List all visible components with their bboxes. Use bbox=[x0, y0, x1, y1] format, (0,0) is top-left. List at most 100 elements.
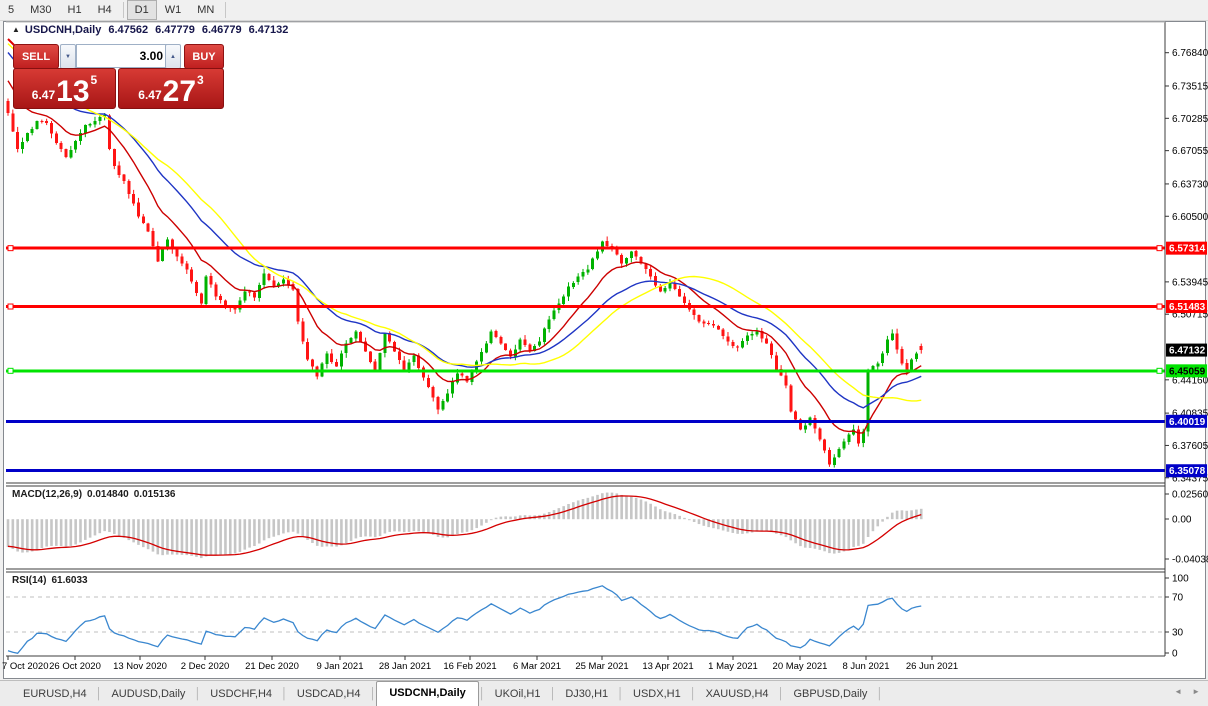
macd-signal-value: 0.015136 bbox=[134, 489, 176, 500]
tab-separator: │ bbox=[778, 683, 785, 706]
tab-separator: │ bbox=[369, 683, 376, 706]
toolbar-separator bbox=[225, 2, 226, 18]
svg-text:2 Dec 2020: 2 Dec 2020 bbox=[181, 661, 230, 672]
toolbar-separator bbox=[123, 2, 124, 18]
svg-text:25 Mar 2021: 25 Mar 2021 bbox=[575, 661, 628, 672]
tab-separator: │ bbox=[281, 683, 288, 706]
chart-tab-usdcnh[interactable]: USDCNH,Daily bbox=[376, 681, 478, 706]
rsi-label: RSI(14) 61.6033 bbox=[12, 575, 88, 586]
ohlc-close: 6.47132 bbox=[249, 24, 289, 36]
chart-tab-usdcad[interactable]: USDCAD,H4 bbox=[288, 683, 370, 706]
ohlc-high: 6.47779 bbox=[155, 24, 195, 36]
sell-button[interactable]: SELL bbox=[13, 44, 59, 69]
svg-text:0.025609: 0.025609 bbox=[1172, 490, 1208, 501]
buy-button[interactable]: BUY bbox=[184, 44, 224, 69]
timeframe-button-m30[interactable]: M30 bbox=[22, 0, 59, 20]
chart-tab-dj30[interactable]: DJ30,H1 bbox=[556, 683, 617, 706]
svg-text:6.60500: 6.60500 bbox=[1172, 212, 1208, 223]
timeframe-button-h1[interactable]: H1 bbox=[60, 0, 90, 20]
macd-name: MACD(12,26,9) bbox=[12, 489, 82, 500]
svg-text:6.67055: 6.67055 bbox=[1172, 146, 1208, 157]
buy-price-prefix: 6.47 bbox=[138, 88, 161, 102]
volume-decrease-button[interactable]: ▼ bbox=[60, 44, 76, 69]
rsi-value: 61.6033 bbox=[51, 575, 87, 586]
chart-tab-gbpusd[interactable]: GBPUSD,Daily bbox=[784, 683, 876, 706]
buy-price-button[interactable]: 6.47 27 3 bbox=[118, 68, 224, 109]
chart-symbol-label: USDCNH,Daily bbox=[25, 24, 101, 36]
line-handle[interactable] bbox=[1157, 304, 1162, 309]
tab-separator: │ bbox=[194, 683, 201, 706]
chart-tab-audusd[interactable]: AUDUSD,Daily bbox=[102, 683, 194, 706]
timeframe-button-w1[interactable]: W1 bbox=[157, 0, 190, 20]
tab-separator: │ bbox=[876, 683, 883, 706]
timeframe-button-h4[interactable]: H4 bbox=[90, 0, 120, 20]
chart-tab-eurusd[interactable]: EURUSD,H4 bbox=[14, 683, 96, 706]
svg-text:6.45059: 6.45059 bbox=[1169, 366, 1206, 377]
line-handle[interactable] bbox=[8, 304, 13, 309]
rsi-name: RSI(14) bbox=[12, 575, 46, 586]
chart-tab-xauusd[interactable]: XAUUSD,H4 bbox=[697, 683, 778, 706]
chart-window-frame bbox=[4, 22, 1206, 679]
svg-text:26 Jun 2021: 26 Jun 2021 bbox=[906, 661, 958, 672]
svg-text:13 Apr 2021: 13 Apr 2021 bbox=[642, 661, 693, 672]
volume-increase-button[interactable]: ▲ bbox=[165, 44, 181, 69]
svg-text:20 May 2021: 20 May 2021 bbox=[773, 661, 828, 672]
svg-text:6.35078: 6.35078 bbox=[1169, 466, 1206, 477]
macd-value: 0.014840 bbox=[87, 489, 129, 500]
tab-scroll-left-icon[interactable]: ◄ bbox=[1174, 687, 1182, 696]
timeframe-button-5[interactable]: 5 bbox=[0, 0, 22, 20]
tab-scroll-right-icon[interactable]: ► bbox=[1192, 687, 1200, 696]
ohlc-low: 6.46779 bbox=[202, 24, 242, 36]
macd-label: MACD(12,26,9) 0.014840 0.015136 bbox=[12, 489, 175, 500]
svg-text:6.51483: 6.51483 bbox=[1169, 302, 1206, 313]
svg-text:100: 100 bbox=[1172, 574, 1189, 585]
buy-price-point: 3 bbox=[197, 73, 204, 87]
svg-text:13 Nov 2020: 13 Nov 2020 bbox=[113, 661, 167, 672]
trading-terminal: 5M30H1H4D1W1MN 6.768406.735156.702856.67… bbox=[0, 0, 1208, 706]
tab-separator: │ bbox=[96, 683, 103, 706]
svg-text:8 Jun 2021: 8 Jun 2021 bbox=[842, 661, 889, 672]
tab-separator: │ bbox=[617, 683, 624, 706]
svg-text:6.37605: 6.37605 bbox=[1172, 441, 1208, 452]
svg-text:6.53945: 6.53945 bbox=[1172, 277, 1208, 288]
line-handle[interactable] bbox=[8, 246, 13, 251]
svg-text:30: 30 bbox=[1172, 628, 1184, 639]
chart-tab-usdx[interactable]: USDX,H1 bbox=[624, 683, 690, 706]
line-handle[interactable] bbox=[8, 368, 13, 373]
volume-input[interactable]: 3.00 bbox=[76, 44, 169, 68]
tab-separator: │ bbox=[479, 683, 486, 706]
tab-scroll-arrows: ◄ ► bbox=[1174, 687, 1200, 696]
sell-price-point: 5 bbox=[91, 73, 98, 87]
svg-text:28 Jan 2021: 28 Jan 2021 bbox=[379, 661, 431, 672]
line-handle[interactable] bbox=[1157, 368, 1162, 373]
svg-text:6.40019: 6.40019 bbox=[1169, 417, 1206, 428]
svg-text:6.57314: 6.57314 bbox=[1169, 244, 1206, 255]
timeframe-button-d1[interactable]: D1 bbox=[127, 0, 157, 20]
symbol-tab-bar: EURUSD,H4│AUDUSD,Daily│USDCHF,H4│USDCAD,… bbox=[0, 680, 1208, 706]
svg-text:6.47132: 6.47132 bbox=[1169, 346, 1206, 357]
level-badge-6.57314: 6.57314 bbox=[1166, 242, 1207, 255]
buy-price-pips: 27 bbox=[163, 79, 196, 105]
timeframe-button-mn[interactable]: MN bbox=[189, 0, 222, 20]
svg-text:6 Mar 2021: 6 Mar 2021 bbox=[513, 661, 561, 672]
svg-text:6.70285: 6.70285 bbox=[1172, 114, 1208, 125]
svg-text:6.73515: 6.73515 bbox=[1172, 81, 1208, 92]
level-badge-6.45059: 6.45059 bbox=[1166, 364, 1207, 377]
svg-text:6.76840: 6.76840 bbox=[1172, 48, 1208, 59]
chart-tab-usdchf[interactable]: USDCHF,H4 bbox=[201, 683, 281, 706]
sell-price-prefix: 6.47 bbox=[32, 88, 55, 102]
sell-price-button[interactable]: 6.47 13 5 bbox=[13, 68, 116, 109]
sell-price-pips: 13 bbox=[56, 79, 89, 105]
tab-separator: │ bbox=[549, 683, 556, 706]
svg-text:26 Oct 2020: 26 Oct 2020 bbox=[49, 661, 101, 672]
current-price-badge: 6.47132 bbox=[1166, 344, 1207, 357]
line-handle[interactable] bbox=[1157, 246, 1162, 251]
collapse-triangle-icon[interactable]: ▲ bbox=[12, 25, 20, 37]
chart-title: ▲ USDCNH,Daily 6.47562 6.47779 6.46779 6… bbox=[12, 24, 288, 36]
chart-tab-ukoil[interactable]: UKOil,H1 bbox=[486, 683, 550, 706]
level-badge-6.35078: 6.35078 bbox=[1166, 464, 1207, 477]
svg-text:16 Feb 2021: 16 Feb 2021 bbox=[443, 661, 496, 672]
svg-text:7 Oct 2020: 7 Oct 2020 bbox=[2, 661, 48, 672]
svg-text:9 Jan 2021: 9 Jan 2021 bbox=[316, 661, 363, 672]
svg-text:0: 0 bbox=[1172, 649, 1178, 660]
